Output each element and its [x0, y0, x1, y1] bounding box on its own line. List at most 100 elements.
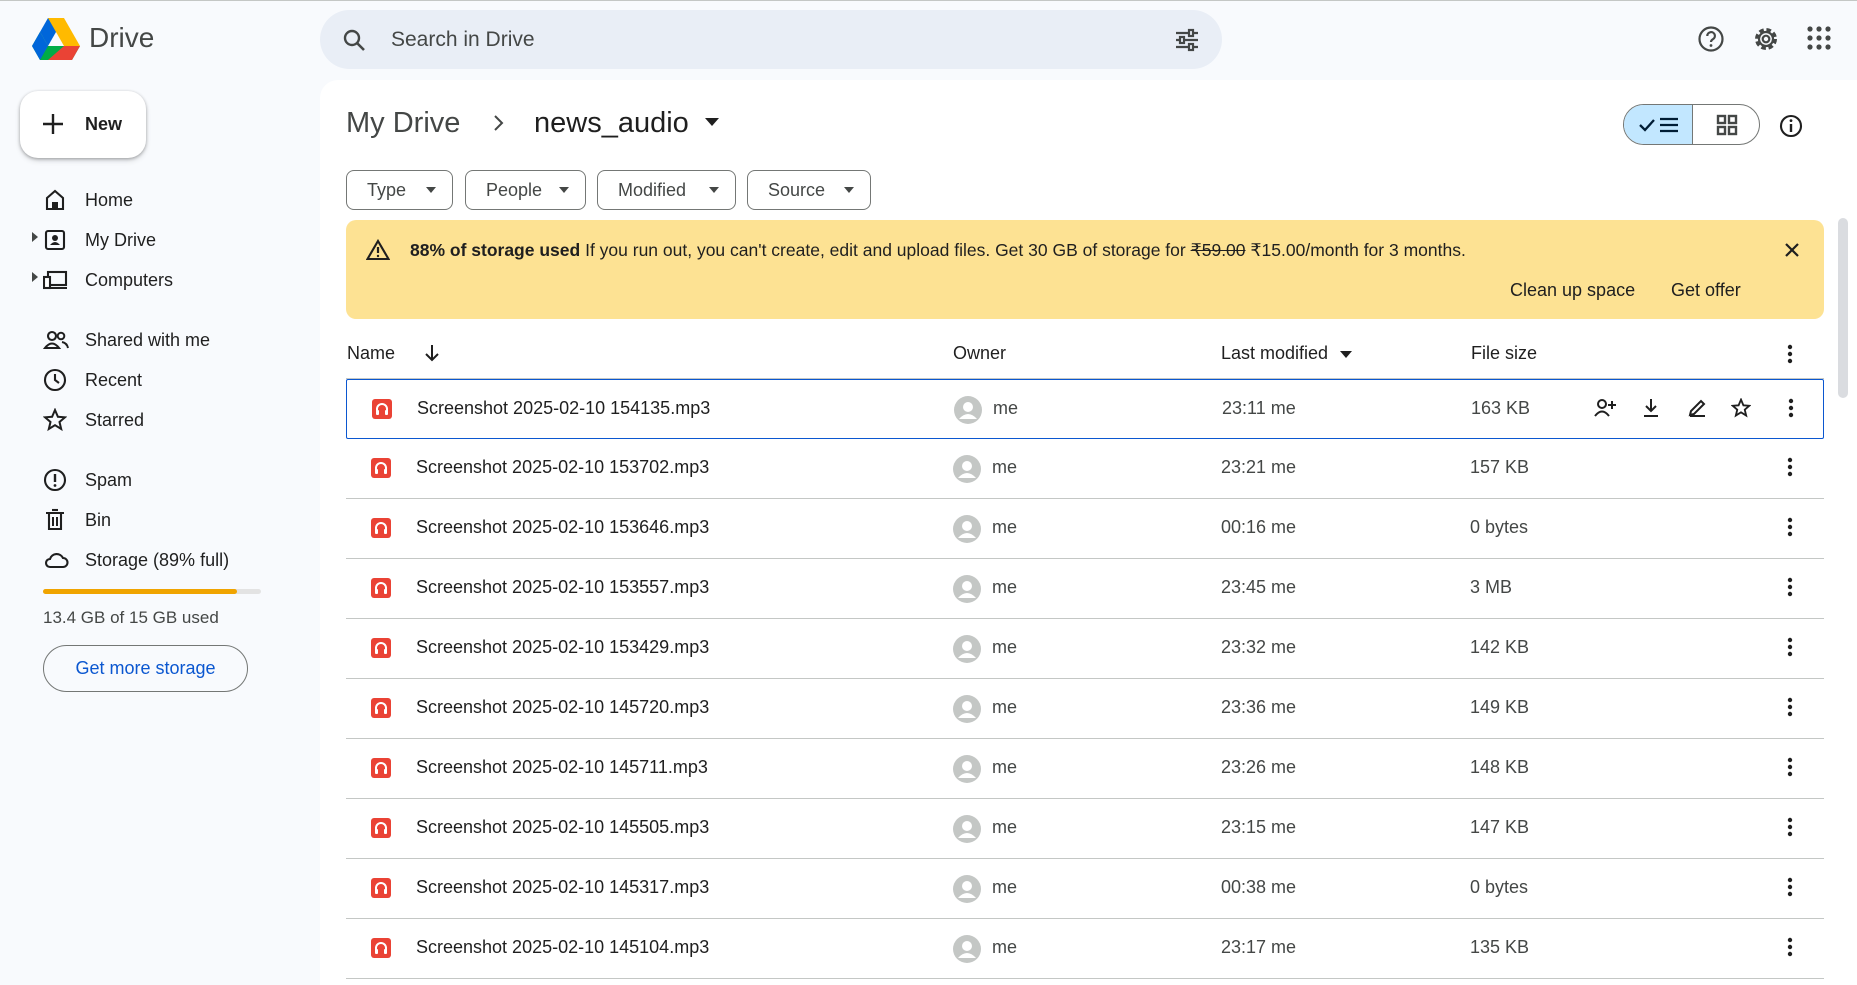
- sidebar-item-label: Home: [85, 190, 134, 210]
- filter-chip-modified[interactable]: Modified: [597, 170, 736, 210]
- more-actions-icon[interactable]: [1787, 877, 1793, 897]
- breadcrumb-my-drive[interactable]: My Drive: [346, 107, 460, 140]
- settings-gear-icon[interactable]: [1752, 25, 1780, 53]
- scrollbar-thumb[interactable]: [1838, 218, 1848, 398]
- sort-dropdown-icon[interactable]: [1340, 351, 1352, 358]
- table-row[interactable]: Screenshot 2025-02-10 145711.mp3 me 23:26 …: [346, 739, 1824, 799]
- file-name[interactable]: Screenshot 2025-02-10 145317.mp3: [416, 877, 709, 898]
- rename-pencil-icon[interactable]: [1687, 398, 1707, 418]
- sidebar-item-bin[interactable]: Bin: [0, 500, 310, 540]
- last-modified: 23:36 me: [1221, 697, 1297, 717]
- new-button[interactable]: New: [20, 91, 146, 158]
- table-row[interactable]: Screenshot 2025-02-10 153702.mp3 me 23:21 …: [346, 439, 1824, 499]
- help-icon[interactable]: [1697, 25, 1725, 53]
- sidebar-item-shared-with-me[interactable]: Shared with me: [0, 320, 310, 360]
- sidebar-item-storage[interactable]: Storage (89% full): [0, 540, 310, 580]
- last-modified: 23:32 me: [1221, 637, 1297, 657]
- file-name[interactable]: Screenshot 2025-02-10 153557.mp3: [416, 577, 709, 598]
- table-row[interactable]: Screenshot 2025-02-10 153429.mp3 me 23:32 …: [346, 619, 1824, 679]
- sidebar-item-computers[interactable]: Computers: [0, 260, 310, 300]
- file-size: 3 MB: [1470, 577, 1513, 597]
- search-icon[interactable]: [342, 28, 366, 52]
- more-actions-icon[interactable]: [1787, 637, 1793, 657]
- close-icon[interactable]: [1784, 242, 1800, 258]
- filter-chip-type[interactable]: Type: [346, 170, 453, 210]
- more-actions-icon[interactable]: [1787, 517, 1793, 537]
- search-bar[interactable]: Search in Drive: [320, 10, 1222, 69]
- sidebar-item-spam[interactable]: Spam: [0, 460, 310, 500]
- drive-logo-icon[interactable]: [32, 18, 80, 60]
- banner-text: If you run out, you can't create, edit a…: [585, 240, 1186, 260]
- audio-file-icon: [371, 758, 391, 778]
- more-actions-icon[interactable]: [1788, 398, 1794, 418]
- share-add-person-icon[interactable]: [1594, 398, 1616, 418]
- more-actions-icon[interactable]: [1787, 697, 1793, 717]
- file-name[interactable]: Screenshot 2025-02-10 145104.mp3: [416, 937, 709, 958]
- column-header-owner[interactable]: Owner: [953, 343, 1006, 364]
- sort-arrow-down-icon[interactable]: [423, 343, 441, 363]
- more-actions-icon[interactable]: [1787, 457, 1793, 477]
- table-row[interactable]: Screenshot 2025-02-10 154135.mp3 me 23:11 …: [346, 379, 1824, 439]
- table-row[interactable]: Screenshot 2025-02-10 153557.mp3 me 23:45 …: [346, 559, 1824, 619]
- more-actions-icon[interactable]: [1787, 937, 1793, 957]
- column-options-more-icon[interactable]: [1787, 344, 1793, 364]
- column-header-name[interactable]: Name: [347, 343, 395, 364]
- more-actions-icon[interactable]: [1787, 577, 1793, 597]
- search-input[interactable]: Search in Drive: [391, 28, 535, 52]
- chevron-down-icon: [426, 187, 436, 193]
- file-name[interactable]: Screenshot 2025-02-10 153429.mp3: [416, 637, 709, 658]
- last-modified: 23:15 me: [1221, 817, 1297, 837]
- get-offer-button[interactable]: Get offer: [1671, 280, 1741, 301]
- filter-chip-label: People: [486, 180, 543, 200]
- filter-chip-people[interactable]: People: [465, 170, 586, 210]
- table-row[interactable]: Screenshot 2025-02-10 145104.mp3 me 23:17 …: [346, 919, 1824, 979]
- download-icon[interactable]: [1642, 398, 1660, 418]
- sidebar-item-my-drive[interactable]: My Drive: [0, 220, 310, 260]
- grid-view-button[interactable]: [1693, 105, 1759, 144]
- file-name[interactable]: Screenshot 2025-02-10 145711.mp3: [416, 757, 708, 778]
- more-actions-icon[interactable]: [1787, 817, 1793, 837]
- search-options-icon[interactable]: [1174, 28, 1200, 52]
- sidebar-item-recent[interactable]: Recent: [0, 360, 310, 400]
- file-name[interactable]: Screenshot 2025-02-10 154135.mp3: [417, 398, 710, 419]
- storage-warning-banner: 88% of storage used If you run out, you …: [346, 220, 1824, 319]
- list-view-button[interactable]: [1624, 105, 1693, 144]
- expand-caret-icon[interactable]: [32, 272, 38, 282]
- audio-file-icon: [371, 638, 391, 658]
- column-header-file-size[interactable]: File size: [1471, 343, 1537, 364]
- sidebar-item-starred[interactable]: Starred: [0, 400, 310, 440]
- owner-name: me: [992, 937, 1018, 957]
- file-name[interactable]: Screenshot 2025-02-10 145720.mp3: [416, 697, 709, 718]
- owner-name: me: [992, 457, 1018, 477]
- owner-avatar: [953, 695, 981, 723]
- file-name[interactable]: Screenshot 2025-02-10 145505.mp3: [416, 817, 709, 838]
- clean-up-space-button[interactable]: Clean up space: [1510, 280, 1635, 301]
- table-row[interactable]: Screenshot 2025-02-10 145317.mp3 me 00:38 …: [346, 859, 1824, 919]
- audio-file-icon: [371, 518, 391, 538]
- table-row[interactable]: Screenshot 2025-02-10 145505.mp3 me 23:15 …: [346, 799, 1824, 859]
- owner-name: me: [992, 757, 1018, 777]
- owner-avatar: [953, 455, 981, 483]
- table-row[interactable]: Screenshot 2025-02-10 145720.mp3 me 23:36 …: [346, 679, 1824, 739]
- star-icon[interactable]: [1731, 398, 1751, 418]
- details-info-icon[interactable]: [1779, 114, 1803, 138]
- view-toggle: [1623, 104, 1760, 145]
- filter-chip-source[interactable]: Source: [747, 170, 871, 210]
- column-header-last-modified[interactable]: Last modified: [1221, 343, 1328, 364]
- apps-grid-icon[interactable]: [1806, 25, 1832, 51]
- last-modified: 23:45 me: [1221, 577, 1297, 597]
- table-row[interactable]: Screenshot 2025-02-10 153646.mp3 me 00:16 …: [346, 499, 1824, 559]
- owner-name: me: [992, 637, 1018, 657]
- folder-dropdown-icon[interactable]: [705, 118, 719, 126]
- file-name[interactable]: Screenshot 2025-02-10 153702.mp3: [416, 457, 709, 478]
- audio-file-icon: [371, 878, 391, 898]
- expand-caret-icon[interactable]: [32, 232, 38, 242]
- get-more-storage-button[interactable]: Get more storage: [43, 645, 248, 692]
- breadcrumb-chevron-icon: [492, 113, 504, 133]
- banner-message: 88% of storage used If you run out, you …: [410, 240, 1466, 261]
- more-actions-icon[interactable]: [1787, 757, 1793, 777]
- file-name[interactable]: Screenshot 2025-02-10 153646.mp3: [416, 517, 709, 538]
- last-modified: 23:21 me: [1221, 457, 1297, 477]
- breadcrumb-current-folder[interactable]: news_audio: [534, 107, 689, 140]
- sidebar-item-home[interactable]: Home: [0, 180, 310, 220]
